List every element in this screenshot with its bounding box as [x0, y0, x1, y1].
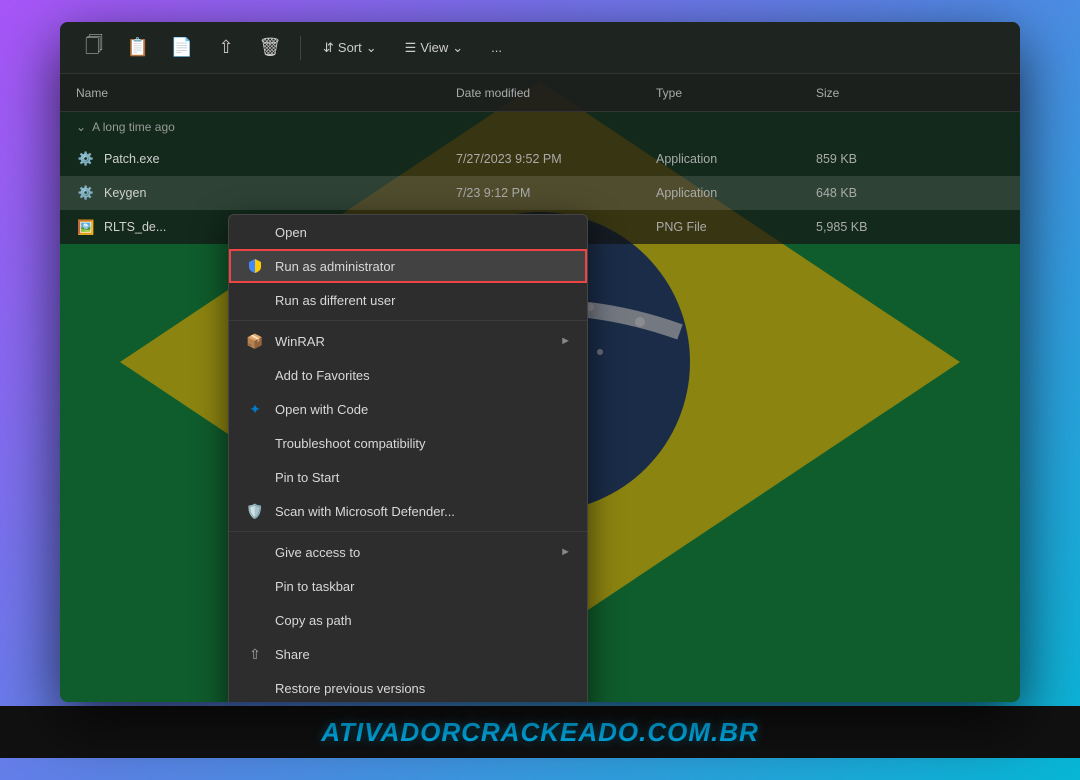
copy-icon[interactable]: 🗍: [76, 30, 112, 66]
ctx-label: WinRAR: [275, 334, 325, 349]
more-label: ...: [491, 40, 502, 55]
ctx-label: Run as administrator: [275, 259, 395, 274]
copy-path-icon: [245, 610, 265, 630]
open-icon: [245, 222, 265, 242]
submenu-arrow-2: ►: [560, 546, 571, 558]
col-header-date[interactable]: Date modified: [456, 86, 656, 100]
col-header-name[interactable]: Name: [76, 86, 456, 100]
ctx-pin-start[interactable]: Pin to Start: [229, 460, 587, 494]
sort-label: Sort: [338, 40, 362, 55]
defender-icon: 🛡️: [245, 501, 265, 521]
view-icon: ☰: [405, 40, 417, 56]
ctx-open-with-code[interactable]: ✦ Open with Code: [229, 392, 587, 426]
file-date: 7/23 9:12 PM: [456, 186, 656, 200]
ctx-label: Give access to: [275, 545, 360, 560]
file-size: 648 KB: [816, 186, 1004, 200]
ctx-label: Scan with Microsoft Defender...: [275, 504, 455, 519]
share-icon: ⇧: [245, 644, 265, 664]
chevron-right-icon: ⌄: [76, 120, 86, 134]
col-header-size[interactable]: Size: [816, 86, 1004, 100]
exe-icon: ⚙️: [76, 149, 96, 169]
ctx-label: Pin to taskbar: [275, 579, 355, 594]
file-explorer-window: 🗍 📋 📄 ⇧ 🗑 ⇵ Sort ⌄ ☰ View ⌄ ... Name Dat…: [60, 22, 1020, 702]
sort-button[interactable]: ⇵ Sort ⌄: [313, 36, 387, 60]
context-menu: Open Run as administrator Run as differe…: [228, 214, 588, 702]
ctx-label: Copy as path: [275, 613, 352, 628]
submenu-arrow: ►: [560, 335, 571, 347]
file-name: Patch.exe: [104, 152, 160, 166]
file-name: Keygen: [104, 186, 146, 200]
ctx-label: Restore previous versions: [275, 681, 425, 696]
toolbar: 🗍 📋 📄 ⇧ 🗑 ⇵ Sort ⌄ ☰ View ⌄ ...: [60, 22, 1020, 74]
ctx-run-as-user[interactable]: Run as different user: [229, 283, 587, 317]
sort-chevron: ⌄: [366, 40, 377, 56]
share-toolbar-icon[interactable]: ⇧: [208, 30, 244, 66]
file-type: Application: [656, 152, 816, 166]
file-list-header: Name Date modified Type Size: [60, 74, 1020, 112]
ctx-label: Open: [275, 225, 307, 240]
toolbar-divider-1: [300, 36, 301, 60]
col-header-type[interactable]: Type: [656, 86, 816, 100]
ctx-copy-path[interactable]: Copy as path: [229, 603, 587, 637]
ctx-divider-2: [229, 531, 587, 532]
ctx-label: Add to Favorites: [275, 368, 370, 383]
ctx-restore-versions[interactable]: Restore previous versions: [229, 671, 587, 702]
ctx-open[interactable]: Open: [229, 215, 587, 249]
paste-icon[interactable]: 📄: [164, 30, 200, 66]
view-chevron: ⌄: [452, 40, 463, 56]
ctx-scan-defender[interactable]: 🛡️ Scan with Microsoft Defender...: [229, 494, 587, 528]
ctx-divider-1: [229, 320, 587, 321]
banner-text: ATIVADORCRACKEADO.COM.BR: [321, 717, 759, 748]
ctx-label: Share: [275, 647, 310, 662]
ctx-label: Pin to Start: [275, 470, 339, 485]
delete-icon[interactable]: 🗑: [252, 30, 288, 66]
troubleshoot-icon: [245, 433, 265, 453]
favorites-icon: [245, 365, 265, 385]
pin-icon: [245, 467, 265, 487]
file-type: PNG File: [656, 220, 816, 234]
group-header-old: ⌄ A long time ago: [60, 112, 1020, 142]
user-icon: [245, 290, 265, 310]
ctx-label: Troubleshoot compatibility: [275, 436, 426, 451]
bottom-banner: ATIVADORCRACKEADO.COM.BR: [0, 706, 1080, 758]
shield-uac-icon: [245, 256, 265, 276]
winrar-icon: 📦: [245, 331, 265, 351]
file-name: RLTS_de...: [104, 220, 166, 234]
file-size: 5,985 KB: [816, 220, 1004, 234]
table-row[interactable]: ⚙️ Patch.exe 7/27/2023 9:52 PM Applicati…: [60, 142, 1020, 176]
sort-icon: ⇵: [323, 40, 334, 56]
file-type: Application: [656, 186, 816, 200]
ctx-troubleshoot[interactable]: Troubleshoot compatibility: [229, 426, 587, 460]
ctx-pin-taskbar[interactable]: Pin to taskbar: [229, 569, 587, 603]
ctx-add-favorites[interactable]: Add to Favorites: [229, 358, 587, 392]
table-row[interactable]: ⚙️ Keygen 7/23 9:12 PM Application 648 K…: [60, 176, 1020, 210]
file-date: 7/27/2023 9:52 PM: [456, 152, 656, 166]
ctx-label: Open with Code: [275, 402, 368, 417]
vscode-icon: ✦: [245, 399, 265, 419]
group-label: A long time ago: [92, 120, 175, 134]
ctx-give-access[interactable]: Give access to ►: [229, 535, 587, 569]
view-label: View: [420, 40, 448, 55]
restore-icon: [245, 678, 265, 698]
ctx-label: Run as different user: [275, 293, 395, 308]
taskbar-icon: [245, 576, 265, 596]
file-size: 859 KB: [816, 152, 1004, 166]
ctx-winrar[interactable]: 📦 WinRAR ►: [229, 324, 587, 358]
ctx-run-as-admin[interactable]: Run as administrator: [229, 249, 587, 283]
cut-icon[interactable]: 📋: [120, 30, 156, 66]
more-button[interactable]: ...: [481, 36, 512, 59]
ctx-share[interactable]: ⇧ Share: [229, 637, 587, 671]
png-icon: 🖼️: [76, 217, 96, 237]
exe-icon-keygen: ⚙️: [76, 183, 96, 203]
access-icon: [245, 542, 265, 562]
view-button[interactable]: ☰ View ⌄: [395, 36, 474, 60]
